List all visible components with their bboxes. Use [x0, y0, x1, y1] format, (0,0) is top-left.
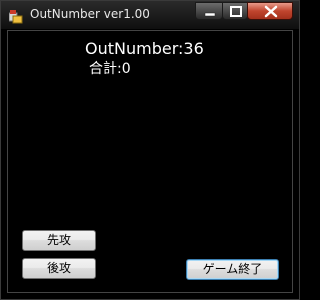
minimize-button[interactable]: [195, 2, 223, 20]
minimize-icon: [204, 12, 216, 17]
out-number-label: OutNumber:36: [85, 39, 204, 58]
total-label: 合計:0: [89, 61, 131, 77]
close-button[interactable]: [247, 2, 293, 20]
close-icon: [264, 5, 278, 18]
app-window: OutNumber ver1.00 OutNumber:36 合計:0 先攻 後…: [0, 0, 300, 300]
second-turn-button[interactable]: 後攻: [22, 258, 96, 279]
end-game-button[interactable]: ゲーム終了: [186, 259, 279, 280]
first-turn-button[interactable]: 先攻: [22, 230, 96, 251]
title-bar[interactable]: OutNumber ver1.00: [1, 1, 299, 29]
game-area: [7, 30, 293, 293]
maximize-icon: [230, 6, 242, 17]
window-title: OutNumber ver1.00: [30, 7, 150, 21]
maximize-button[interactable]: [222, 2, 248, 20]
app-icon[interactable]: [8, 9, 23, 24]
